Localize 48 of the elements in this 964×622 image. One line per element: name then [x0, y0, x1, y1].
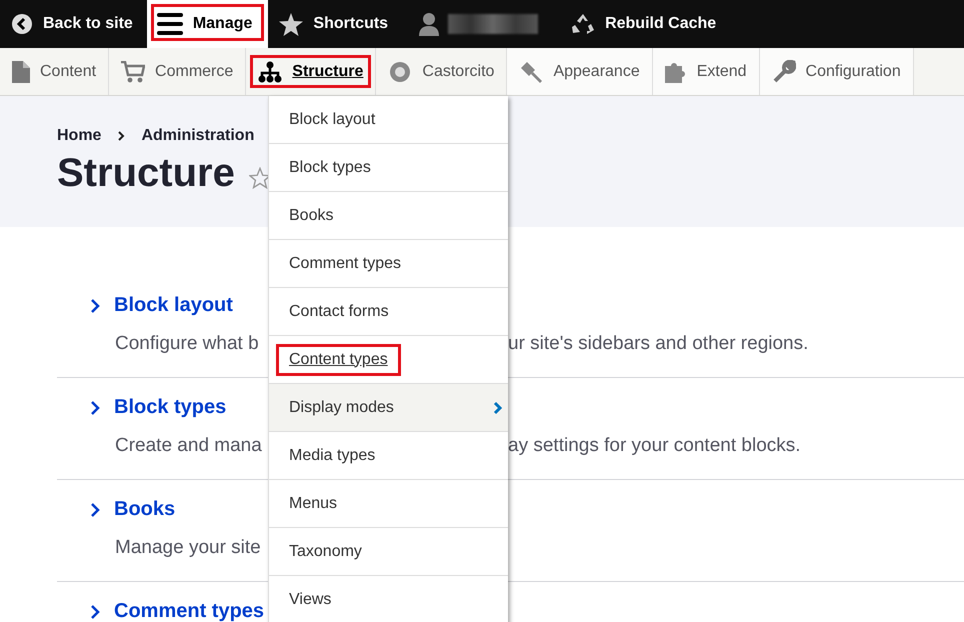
cart-icon — [121, 60, 146, 82]
tray-tab[interactable]: Structure — [246, 48, 376, 95]
menu-item[interactable]: Books — [269, 192, 508, 240]
admin-link[interactable]: Books — [114, 498, 176, 521]
menu-item[interactable]: Display modes — [269, 384, 508, 432]
toolbar-tab[interactable]: Manage — [146, 0, 268, 48]
page-title: Structure — [57, 151, 235, 196]
description-text: ay settings for your content blocks. — [508, 435, 801, 457]
chevron-icon — [90, 298, 100, 314]
badge-icon — [388, 60, 412, 82]
document-icon — [12, 60, 30, 82]
chevron-icon — [90, 502, 100, 518]
puzzle-icon — [664, 60, 687, 82]
menu-item[interactable]: Comment types — [269, 240, 508, 288]
admin-link[interactable]: Block layout — [114, 294, 233, 317]
menu-item[interactable]: Content types — [269, 336, 508, 384]
toolbar-tab[interactable]: Rebuild Cache — [560, 0, 730, 48]
breadcrumb-link[interactable]: Home — [57, 127, 102, 145]
menu-item[interactable]: Block layout — [269, 96, 508, 144]
star-icon[interactable] — [248, 166, 271, 188]
menu-item[interactable]: Media types — [269, 432, 508, 480]
menu-item[interactable]: Contact forms — [269, 288, 508, 336]
star-icon — [279, 12, 304, 36]
tray-tab[interactable]: Content — [0, 48, 110, 95]
breadcrumb-separator-icon — [117, 130, 126, 142]
chevron-icon — [90, 604, 100, 620]
recycle-icon — [571, 12, 596, 36]
tray-tab[interactable]: Appearance — [507, 48, 653, 95]
description-text: Manage your site — [115, 537, 261, 559]
hierarchy-icon — [258, 60, 282, 82]
chevron-icon — [90, 400, 100, 416]
user-icon — [418, 12, 440, 36]
toolbar-tab[interactable]: Shortcuts — [268, 0, 402, 48]
breadcrumb-link[interactable]: Administration — [141, 127, 254, 145]
admin-link[interactable]: Block types — [114, 396, 226, 419]
menu-item[interactable]: Block types — [269, 144, 508, 192]
tray-tab[interactable]: Commerce — [109, 48, 246, 95]
menu-item[interactable]: Taxonomy — [269, 528, 508, 576]
menu-item[interactable]: Menus — [269, 480, 508, 528]
admin-link[interactable]: Comment types — [114, 600, 264, 622]
tray-tab[interactable]: Extend — [652, 48, 760, 95]
toolbar-tab[interactable]: Back to site — [0, 0, 147, 48]
description-text: Configure what b — [115, 333, 259, 355]
menu-item[interactable]: Views — [269, 576, 508, 622]
description-text: ur site's sidebars and other regions. — [508, 333, 808, 355]
tray-tab[interactable]: Configuration — [760, 48, 914, 95]
menu-icon — [156, 12, 183, 36]
description-text: Create and mana — [115, 435, 262, 457]
